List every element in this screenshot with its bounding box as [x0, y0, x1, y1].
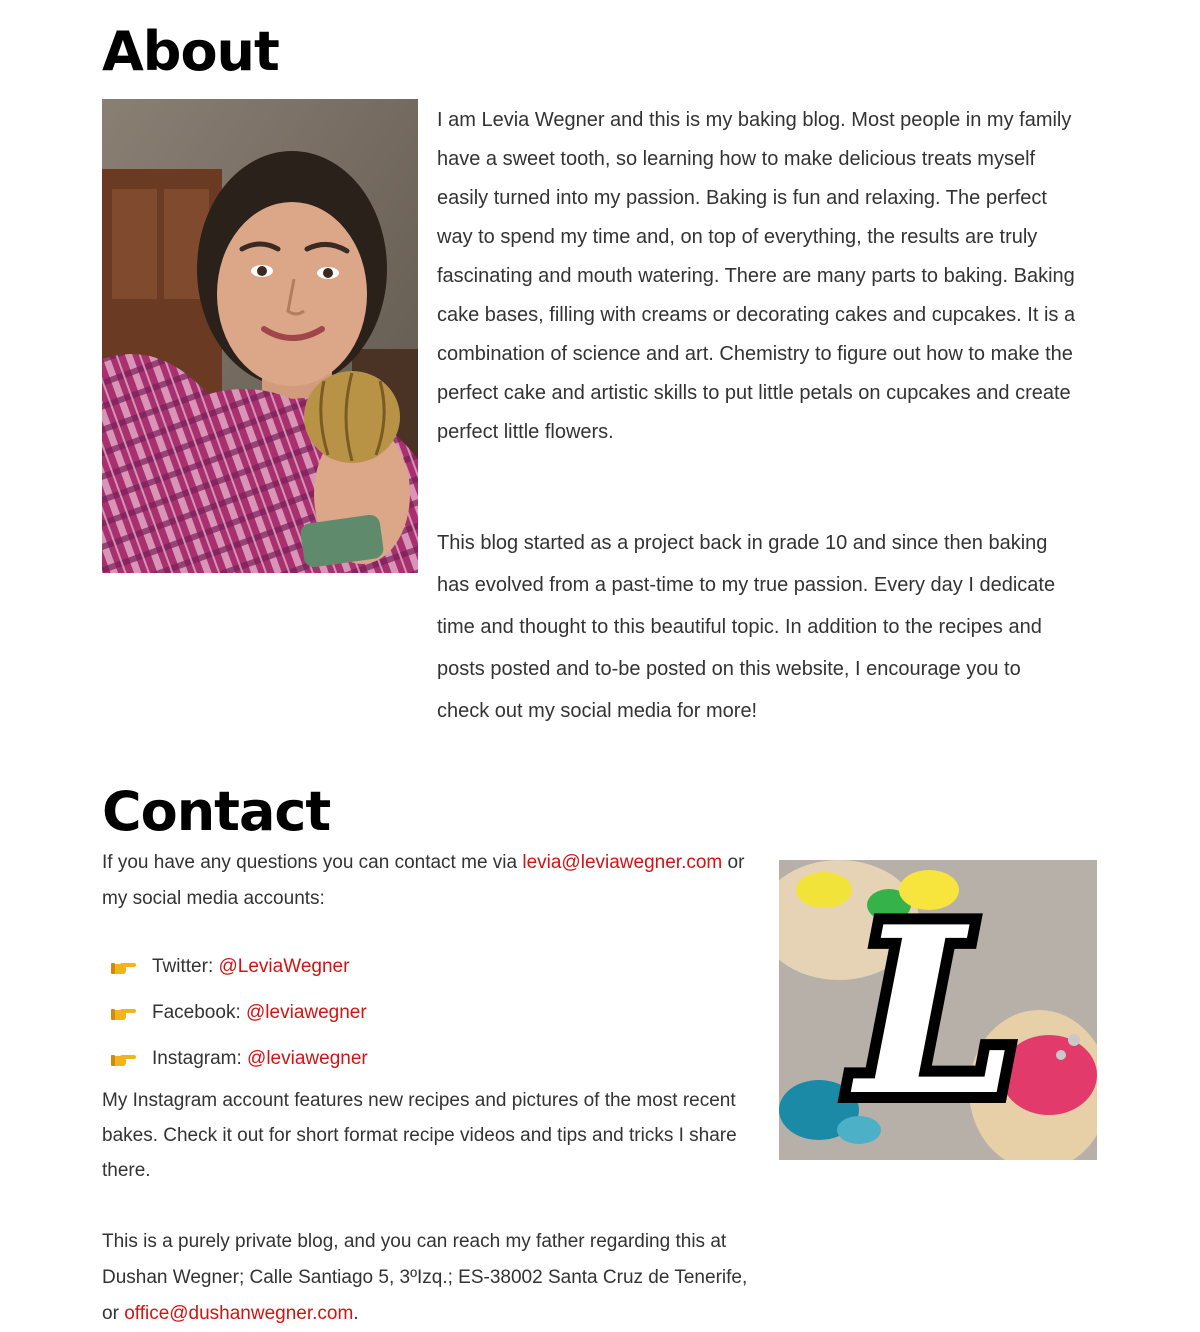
- pointing-hand-icon: [111, 1009, 136, 1020]
- blog-logo: L: [779, 860, 1097, 1160]
- social-label: Instagram:: [152, 1048, 242, 1069]
- instagram-note: My Instagram account features new recipe…: [102, 1090, 737, 1181]
- social-item-instagram: Instagram: @leviawegner: [110, 1036, 368, 1082]
- social-item-facebook: Facebook: @leviawegner: [110, 990, 368, 1036]
- private-note: This is a purely private blog, and you c…: [102, 1224, 762, 1332]
- pointing-hand-icon: [111, 963, 136, 974]
- social-list: Twitter: @LeviaWegner Facebook: @leviawe…: [110, 944, 368, 1082]
- social-label: Twitter:: [152, 956, 214, 977]
- twitter-link[interactable]: @LeviaWegner: [219, 956, 350, 978]
- social-item-twitter: Twitter: @LeviaWegner: [110, 944, 368, 990]
- logo-letter: L: [850, 877, 1018, 1147]
- office-email-link[interactable]: office@dushanwegner.com: [124, 1303, 353, 1324]
- social-label: Facebook:: [152, 1002, 241, 1023]
- contact-intro: If you have any questions you can contac…: [102, 845, 772, 917]
- email-link[interactable]: levia@leviawegner.com: [522, 852, 722, 873]
- pointing-hand-icon: [111, 1055, 136, 1066]
- contact-intro-text: If you have any questions you can contac…: [102, 852, 523, 873]
- about-heading: About: [102, 20, 280, 83]
- about-paragraph-1: I am Levia Wegner and this is my baking …: [437, 109, 1076, 443]
- about-paragraph-2: This blog started as a project back in g…: [437, 532, 1056, 722]
- instagram-link[interactable]: @leviawegner: [247, 1048, 368, 1070]
- portrait-photo: [102, 99, 418, 573]
- private-note-end: .: [353, 1303, 359, 1324]
- contact-heading: Contact: [102, 780, 331, 843]
- facebook-link[interactable]: @leviawegner: [246, 1002, 367, 1024]
